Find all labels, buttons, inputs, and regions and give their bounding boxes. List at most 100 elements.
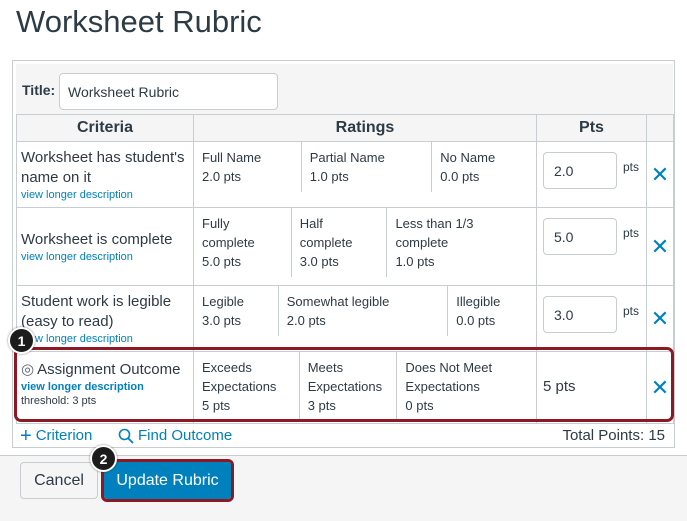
ratings-cell: Exceeds Expectations 5 pts Meets Expecta… xyxy=(193,351,537,424)
ratings-cell: Legible 3.0 pts Somewhat legible 2.0 pts… xyxy=(193,285,537,352)
update-rubric-button[interactable]: Update Rubric xyxy=(104,462,231,499)
view-description-link[interactable]: view longer description xyxy=(21,333,189,345)
view-description-link[interactable]: view longer description xyxy=(21,189,189,201)
rating-points: 2.0 pts xyxy=(286,313,326,328)
pts-suffix: pts xyxy=(623,160,640,174)
rating[interactable]: Legible 3.0 pts xyxy=(194,286,279,336)
points-input[interactable] xyxy=(543,152,617,189)
table-header-row: Criteria Ratings Pts xyxy=(16,114,674,142)
rating-points: 5 pts xyxy=(202,398,231,413)
view-description-link[interactable]: view longer description xyxy=(21,251,189,263)
delete-cell: ✕ xyxy=(646,351,674,424)
pts-suffix: pts xyxy=(623,226,640,240)
criterion-cell: ◎ Assignment Outcome view longer descript… xyxy=(16,351,194,424)
rating-points: 1.0 pts xyxy=(309,169,349,184)
pts-suffix: pts xyxy=(623,304,640,318)
rubric-editor: Title: Criteria Ratings Pts Worksheet ha… xyxy=(12,60,675,448)
criterion-cell: Student work is legible (easy to read) v… xyxy=(16,285,194,352)
rating[interactable]: No Name 0.0 pts xyxy=(432,142,536,192)
table-row: ◎ Assignment Outcome view longer descript… xyxy=(16,351,674,424)
rating-points: 3.0 pts xyxy=(299,254,339,269)
threshold-text: threshold: 3 pts xyxy=(21,395,97,407)
rating-title: Legible xyxy=(202,294,244,309)
ratings-header: Ratings xyxy=(193,114,537,142)
rating-points: 5.0 pts xyxy=(202,254,242,269)
rating-title: Half complete xyxy=(299,216,353,250)
view-description-link[interactable]: view longer description xyxy=(21,381,189,393)
rating-points: 0 pts xyxy=(405,398,434,413)
delete-cell: ✕ xyxy=(646,207,674,286)
delete-criterion-icon[interactable]: ✕ xyxy=(651,306,669,331)
plus-icon: + xyxy=(20,424,32,447)
outcome-target-icon: ◎ xyxy=(21,361,35,378)
criterion-name: Assignment Outcome xyxy=(37,361,181,378)
rating-title: Illegible xyxy=(456,294,501,309)
page-title: Worksheet Rubric xyxy=(16,4,262,39)
criterion-cell: Worksheet has student's name on it view … xyxy=(16,141,194,208)
rating-title: Full Name xyxy=(202,150,262,165)
rating-points: 3 pts xyxy=(307,398,336,413)
ratings-cell: Full Name 2.0 pts Partial Name 1.0 pts N… xyxy=(193,141,537,208)
search-icon xyxy=(118,428,134,444)
ratings-cell: Fully complete 5.0 pts Half complete 3.0… xyxy=(193,207,537,286)
rating-points: 2.0 pts xyxy=(202,169,242,184)
rating: Does Not Meet Expectations 0 pts xyxy=(397,352,536,421)
pts-cell: 5 pts xyxy=(536,351,647,424)
rating[interactable]: Illegible 0.0 pts xyxy=(448,286,536,336)
rating: Meets Expectations 3 pts xyxy=(300,352,398,421)
rating-title: Meets Expectations xyxy=(307,360,383,394)
rating[interactable]: Fully complete 5.0 pts xyxy=(194,208,292,277)
criterion-name-wrap: ◎ Assignment Outcome xyxy=(21,360,189,380)
rating[interactable]: Half complete 3.0 pts xyxy=(292,208,388,277)
rating[interactable]: Less than 1/3 complete 1.0 pts xyxy=(387,208,536,277)
table-row: Student work is legible (easy to read) v… xyxy=(16,285,674,352)
callout-badge-1: 1 xyxy=(8,327,35,354)
points-input[interactable] xyxy=(543,296,617,333)
rubric-actions-bar: + Criterion Find Outcome Total Points: 1… xyxy=(16,424,673,447)
delete-header xyxy=(646,114,674,142)
find-outcome-button[interactable]: Find Outcome xyxy=(118,427,232,444)
delete-criterion-icon[interactable]: ✕ xyxy=(651,234,669,259)
callout-badge-2: 2 xyxy=(90,445,117,472)
pts-cell: pts xyxy=(536,141,647,208)
points-input[interactable] xyxy=(543,218,617,255)
rating[interactable]: Somewhat legible 2.0 pts xyxy=(279,286,449,336)
criterion-name: Worksheet has student's name on it xyxy=(21,149,185,186)
rating-points: 3.0 pts xyxy=(202,313,242,328)
rubric-title-input[interactable] xyxy=(59,73,278,110)
table-row: Worksheet is complete view longer descri… xyxy=(16,207,674,286)
rubric-title-row: Title: xyxy=(16,64,673,115)
rating-title: Does Not Meet Expectations xyxy=(405,360,493,394)
rating-title: Exceeds Expectations xyxy=(202,360,277,394)
rating-title: Partial Name xyxy=(309,150,385,165)
delete-criterion-icon[interactable]: ✕ xyxy=(651,375,669,400)
title-label: Title: xyxy=(22,82,56,98)
delete-criterion-icon[interactable]: ✕ xyxy=(651,162,669,187)
delete-cell: ✕ xyxy=(646,141,674,208)
delete-cell: ✕ xyxy=(646,285,674,352)
pts-cell: pts xyxy=(536,207,647,286)
update-button-highlight: Update Rubric xyxy=(101,459,234,502)
rating-title: Fully complete xyxy=(202,216,255,250)
outcome-points: 5 pts xyxy=(543,378,576,395)
total-points: Total Points: 15 xyxy=(562,427,665,444)
rating-title: Somewhat legible xyxy=(286,294,390,309)
rating-title: Less than 1/3 complete xyxy=(395,216,474,250)
find-outcome-label: Find Outcome xyxy=(138,427,233,444)
cancel-button[interactable]: Cancel xyxy=(20,462,98,499)
criterion-cell: Worksheet is complete view longer descri… xyxy=(16,207,194,286)
rubric-table: Criteria Ratings Pts Worksheet has stude… xyxy=(16,114,674,424)
criterion-name: Worksheet is complete xyxy=(21,231,173,248)
add-criterion-label: Criterion xyxy=(35,427,93,444)
rating-points: 1.0 pts xyxy=(395,254,435,269)
criterion-name: Student work is legible (easy to read) xyxy=(21,293,172,330)
criteria-header: Criteria xyxy=(16,114,194,142)
pts-cell: pts xyxy=(536,285,647,352)
rating[interactable]: Partial Name 1.0 pts xyxy=(302,142,433,192)
rating[interactable]: Full Name 2.0 pts xyxy=(194,142,302,192)
table-row: Worksheet has student's name on it view … xyxy=(16,141,674,208)
rating-title: No Name xyxy=(440,150,496,165)
rating-points: 0.0 pts xyxy=(456,313,496,328)
rating: Exceeds Expectations 5 pts xyxy=(194,352,300,421)
add-criterion-button[interactable]: + Criterion xyxy=(20,424,93,447)
